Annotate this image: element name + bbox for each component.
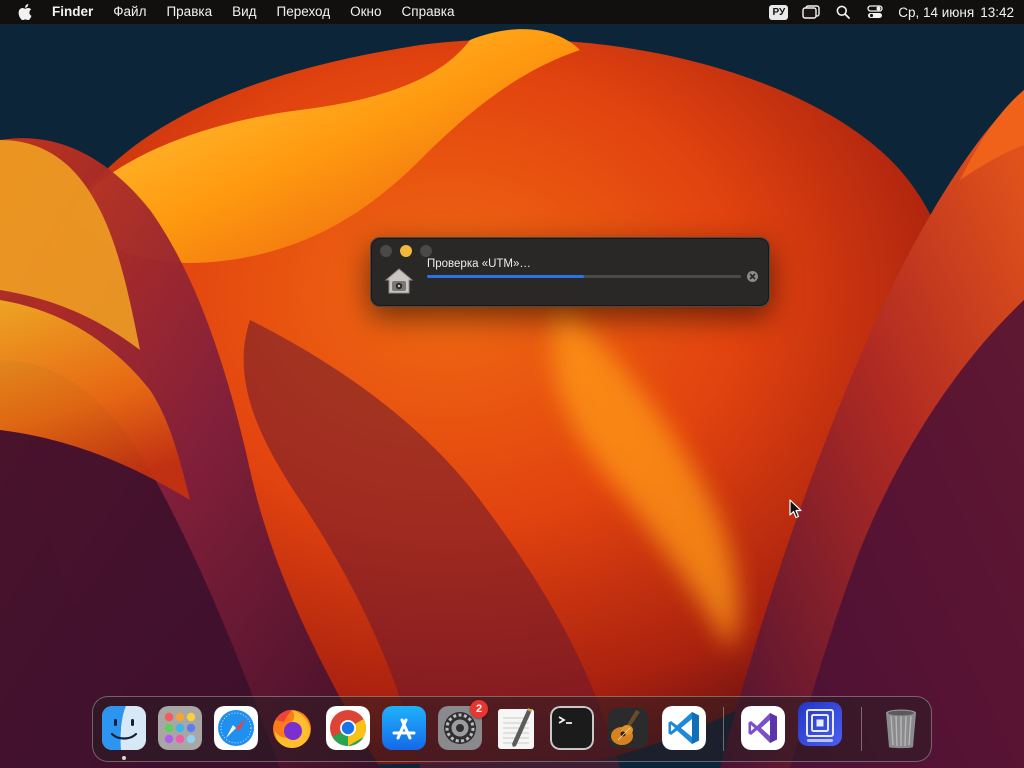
menu-window[interactable]: Окно <box>340 0 391 24</box>
verification-title: Проверка «UTM»… <box>427 258 531 270</box>
progress-bar-fill <box>427 275 584 278</box>
menu-go[interactable]: Переход <box>267 0 341 24</box>
app-store-icon <box>382 706 426 750</box>
notification-badge: 2 <box>470 700 488 718</box>
stop-button[interactable] <box>747 271 758 282</box>
dock-app-store[interactable] <box>382 706 426 750</box>
dock: 2 <box>92 696 932 762</box>
menu-edit[interactable]: Правка <box>156 0 222 24</box>
mouse-cursor <box>789 499 803 519</box>
menu-help[interactable]: Справка <box>392 0 465 24</box>
minimize-window-button[interactable] <box>400 245 412 257</box>
menu-bar: Finder Файл Правка Вид Переход Окно Спра… <box>0 0 1024 24</box>
dock-utm[interactable] <box>798 702 842 746</box>
terminal-icon <box>550 706 594 750</box>
textedit-icon <box>494 706 538 750</box>
menu-file[interactable]: Файл <box>103 0 156 24</box>
firefox-icon <box>270 706 314 750</box>
vscode-icon <box>662 706 706 750</box>
dock-separator <box>723 707 724 751</box>
dock-separator <box>861 707 862 751</box>
dock-system-settings[interactable]: 2 <box>438 700 488 750</box>
dock-finder[interactable] <box>102 706 146 760</box>
dock-chrome[interactable] <box>326 706 370 750</box>
clock-date: Ср, 14 июня <box>898 4 975 20</box>
dock-launchpad[interactable] <box>158 706 202 750</box>
zoom-window-button[interactable] <box>420 245 432 257</box>
dock-vscode[interactable] <box>662 706 706 750</box>
safari-icon <box>214 706 258 750</box>
visual-studio-icon <box>741 706 785 750</box>
stage-manager-icon[interactable] <box>802 4 820 20</box>
control-center-icon[interactable] <box>866 4 884 20</box>
launchpad-icon <box>158 706 202 750</box>
verification-progress-window[interactable]: Проверка «UTM»… <box>370 237 770 307</box>
menu-bar-left: Finder Файл Правка Вид Переход Окно Спра… <box>18 0 464 24</box>
menu-clock[interactable]: Ср, 14 июня 13:42 <box>898 5 1014 20</box>
dock-firefox[interactable] <box>270 706 314 750</box>
dock-safari[interactable] <box>214 706 258 750</box>
spotlight-search-icon[interactable] <box>834 4 852 20</box>
dock-garageband[interactable] <box>606 706 650 750</box>
dock-terminal[interactable] <box>550 706 594 750</box>
close-window-button[interactable] <box>380 245 392 257</box>
wallpaper <box>0 0 1024 768</box>
input-source-indicator[interactable]: РУ <box>769 4 789 20</box>
clock-time: 13:42 <box>980 4 1014 20</box>
house-lock-icon <box>384 266 414 296</box>
utm-icon <box>798 702 842 746</box>
menu-app-name[interactable]: Finder <box>42 0 103 24</box>
dock-visual-studio[interactable] <box>741 706 785 750</box>
progress-bar <box>427 275 741 278</box>
stop-x-icon <box>749 273 756 280</box>
chrome-icon <box>326 706 370 750</box>
menu-bar-right: РУ Ср, 14 июня 13:42 <box>769 0 1014 24</box>
desktop: Finder Файл Правка Вид Переход Окно Спра… <box>0 0 1024 768</box>
running-indicator <box>122 756 126 760</box>
finder-icon <box>102 706 146 750</box>
window-controls <box>380 245 432 257</box>
dock-trash[interactable] <box>879 706 923 750</box>
menu-view[interactable]: Вид <box>222 0 266 24</box>
garageband-icon <box>606 706 650 750</box>
apple-logo-icon[interactable] <box>18 4 34 20</box>
trash-icon <box>879 706 923 750</box>
dock-textedit[interactable] <box>494 706 538 750</box>
